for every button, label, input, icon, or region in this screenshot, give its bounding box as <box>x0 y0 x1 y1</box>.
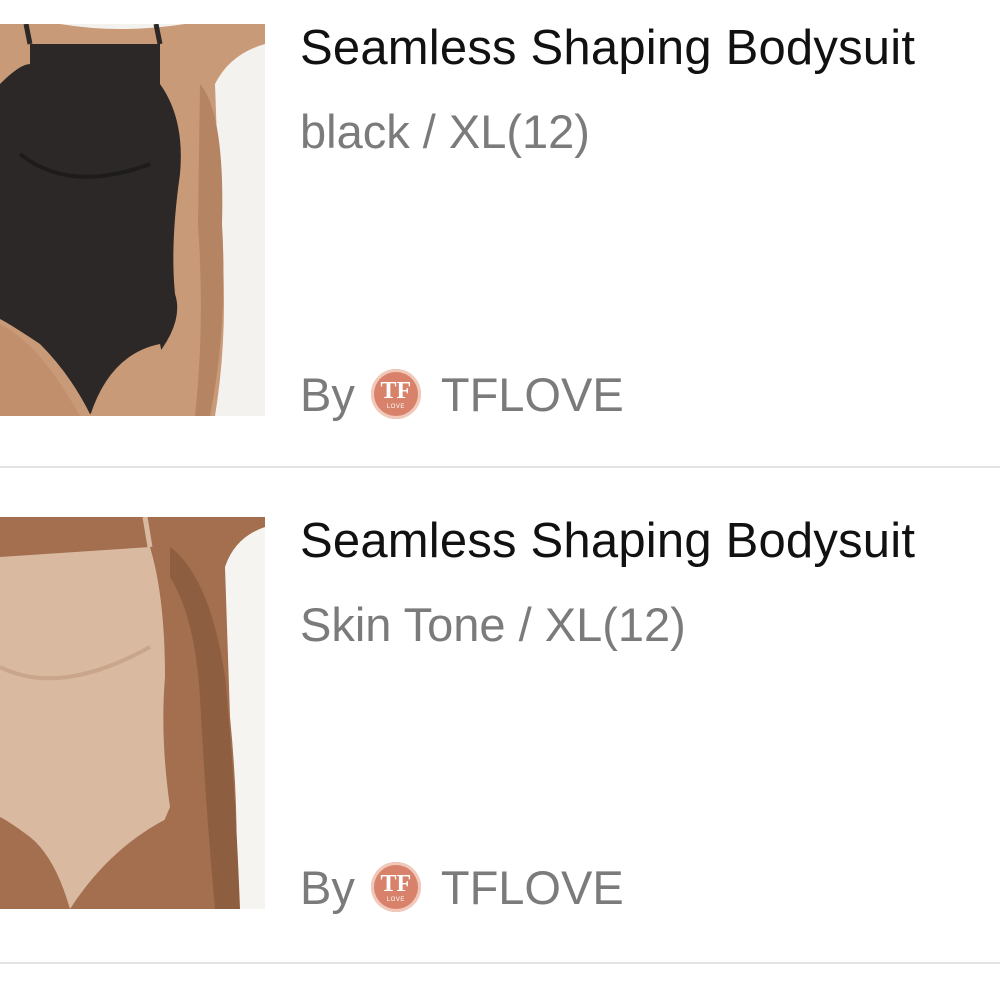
product-variant: black / XL(12) <box>300 105 590 158</box>
seller-logo-icon: TF LOVE <box>370 862 421 912</box>
divider <box>0 466 1000 468</box>
product-variant: Skin Tone / XL(12) <box>300 598 686 651</box>
product-photo-skin-tone-bodysuit <box>0 517 265 909</box>
seller-info[interactable]: By TF LOVE TFLOVE <box>300 364 624 424</box>
seller-name[interactable]: TFLOVE <box>441 367 624 422</box>
seller-info[interactable]: By TF LOVE TFLOVE <box>300 857 624 917</box>
product-title[interactable]: Seamless Shaping Bodysuit <box>300 20 915 76</box>
by-label: By <box>300 367 355 421</box>
product-image[interactable] <box>0 24 265 416</box>
by-label: By <box>300 860 355 914</box>
seller-logo-icon: TF LOVE <box>370 369 421 419</box>
cart-item[interactable]: Seamless Shaping Bodysuit Skin Tone / XL… <box>0 493 1000 963</box>
cart-item[interactable]: Seamless Shaping Bodysuit black / XL(12)… <box>0 0 1000 470</box>
seller-name[interactable]: TFLOVE <box>441 860 624 915</box>
product-title[interactable]: Seamless Shaping Bodysuit <box>300 513 915 569</box>
product-image[interactable] <box>0 517 265 909</box>
divider <box>0 962 1000 964</box>
product-photo-black-bodysuit <box>0 24 265 416</box>
